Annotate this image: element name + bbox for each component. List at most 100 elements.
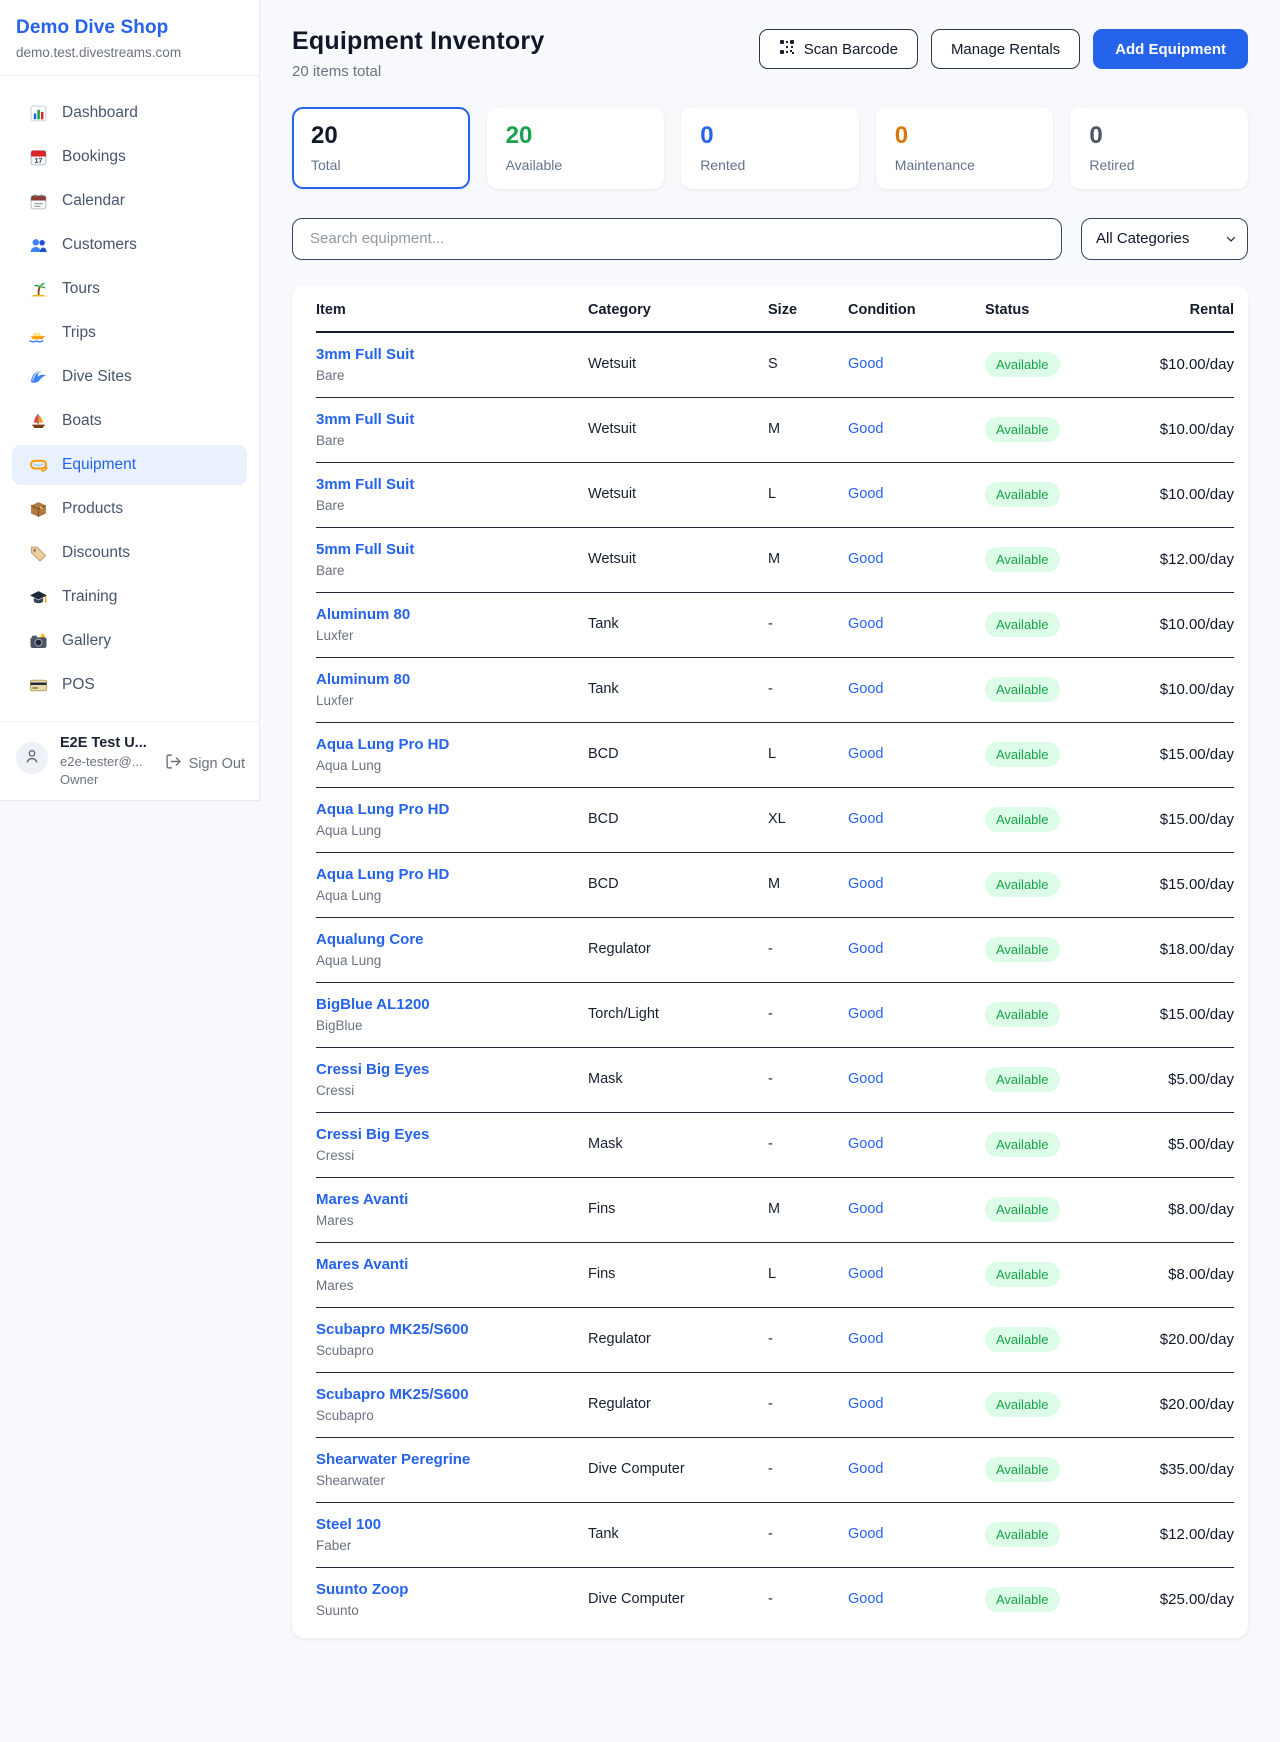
- sidebar: Demo Dive Shop demo.test.divestreams.com…: [0, 0, 260, 801]
- sidebar-item-trips[interactable]: Trips: [12, 313, 247, 353]
- condition-link[interactable]: Good: [848, 356, 883, 372]
- status-badge: Available: [985, 1002, 1060, 1027]
- person-icon: [24, 748, 40, 769]
- stat-label: Retired: [1089, 157, 1229, 173]
- stat-card-available[interactable]: 20 Available: [487, 107, 665, 189]
- condition-link[interactable]: Good: [848, 1136, 883, 1152]
- add-equipment-button[interactable]: Add Equipment: [1093, 29, 1248, 69]
- stat-label: Maintenance: [895, 157, 1035, 173]
- item-link[interactable]: Mares Avanti: [316, 1191, 408, 1208]
- item-link[interactable]: Scubapro MK25/S600: [316, 1321, 469, 1338]
- item-brand: Mares: [316, 1213, 588, 1228]
- user-meta: E2E Test U... e2e-tester@... Owner: [60, 735, 147, 787]
- rental-cell: $25.00/day: [1116, 1591, 1234, 1608]
- status-cell: Available: [985, 872, 1116, 897]
- condition-link[interactable]: Good: [848, 1266, 883, 1282]
- sidebar-item-dive-sites[interactable]: Dive Sites: [12, 357, 247, 397]
- size-cell: -: [768, 1071, 848, 1087]
- item-link[interactable]: Aluminum 80: [316, 606, 410, 623]
- status-cell: Available: [985, 1132, 1116, 1157]
- stat-card-retired[interactable]: 0 Retired: [1070, 107, 1248, 189]
- sidebar-item-training[interactable]: Training: [12, 577, 247, 617]
- status-badge: Available: [985, 1262, 1060, 1287]
- category-cell: Torch/Light: [588, 1006, 768, 1022]
- stat-card-rented[interactable]: 0 Rented: [681, 107, 859, 189]
- item-brand: Bare: [316, 498, 588, 513]
- sidebar-item-discounts[interactable]: Discounts: [12, 533, 247, 573]
- condition-link[interactable]: Good: [848, 746, 883, 762]
- condition-cell: Good: [848, 1591, 985, 1607]
- sidebar-item-boats[interactable]: Boats: [12, 401, 247, 441]
- manage-rentals-button[interactable]: Manage Rentals: [931, 29, 1080, 69]
- stat-value: 0: [700, 122, 840, 150]
- condition-link[interactable]: Good: [848, 1071, 883, 1087]
- stat-label: Total: [311, 157, 451, 173]
- sidebar-item-products[interactable]: Products: [12, 489, 247, 529]
- sidebar-item-bookings[interactable]: 17Bookings: [12, 137, 247, 177]
- sidebar-item-equipment[interactable]: Equipment: [12, 445, 247, 485]
- sidebar-item-dashboard[interactable]: Dashboard: [12, 93, 247, 133]
- scan-barcode-button[interactable]: Scan Barcode: [759, 29, 918, 69]
- sign-out-button[interactable]: Sign Out: [165, 753, 245, 774]
- item-link[interactable]: Aqua Lung Pro HD: [316, 736, 449, 753]
- status-badge: Available: [985, 1197, 1060, 1222]
- status-cell: Available: [985, 807, 1116, 832]
- rental-cell: $10.00/day: [1116, 356, 1234, 373]
- item-link[interactable]: 3mm Full Suit: [316, 346, 414, 363]
- item-link[interactable]: Aqua Lung Pro HD: [316, 801, 449, 818]
- condition-link[interactable]: Good: [848, 616, 883, 632]
- item-link[interactable]: Shearwater Peregrine: [316, 1451, 470, 1468]
- stat-card-maintenance[interactable]: 0 Maintenance: [876, 107, 1054, 189]
- condition-link[interactable]: Good: [848, 486, 883, 502]
- item-link[interactable]: Scubapro MK25/S600: [316, 1386, 469, 1403]
- condition-link[interactable]: Good: [848, 681, 883, 697]
- condition-link[interactable]: Good: [848, 551, 883, 567]
- svg-text:17: 17: [35, 157, 43, 165]
- condition-cell: Good: [848, 1006, 985, 1022]
- status-cell: Available: [985, 1522, 1116, 1547]
- item-link[interactable]: Cressi Big Eyes: [316, 1126, 429, 1143]
- sidebar-item-pos[interactable]: POS: [12, 665, 247, 705]
- item-link[interactable]: BigBlue AL1200: [316, 996, 430, 1013]
- rental-cell: $12.00/day: [1116, 551, 1234, 568]
- sidebar-item-tours[interactable]: Tours: [12, 269, 247, 309]
- category-cell: Fins: [588, 1201, 768, 1217]
- category-cell: Regulator: [588, 1331, 768, 1347]
- column-header-category: Category: [588, 302, 768, 318]
- condition-link[interactable]: Good: [848, 941, 883, 957]
- item-link[interactable]: Aqua Lung Pro HD: [316, 866, 449, 883]
- item-link[interactable]: 3mm Full Suit: [316, 476, 414, 493]
- sidebar-item-gallery[interactable]: Gallery: [12, 621, 247, 661]
- item-link[interactable]: Suunto Zoop: [316, 1581, 408, 1598]
- item-link[interactable]: Aqualung Core: [316, 931, 424, 948]
- table-row: 3mm Full Suit Bare Wetsuit L Good Availa…: [316, 463, 1234, 528]
- item-cell: Suunto Zoop Suunto: [316, 1581, 588, 1618]
- category-select[interactable]: All Categories: [1081, 218, 1248, 260]
- item-link[interactable]: 5mm Full Suit: [316, 541, 414, 558]
- table-row: Aqualung Core Aqua Lung Regulator - Good…: [316, 918, 1234, 983]
- condition-link[interactable]: Good: [848, 1526, 883, 1542]
- item-link[interactable]: Steel 100: [316, 1516, 381, 1533]
- item-link[interactable]: 3mm Full Suit: [316, 411, 414, 428]
- table-row: 5mm Full Suit Bare Wetsuit M Good Availa…: [316, 528, 1234, 593]
- condition-link[interactable]: Good: [848, 421, 883, 437]
- user-role: Owner: [60, 772, 147, 787]
- graduation-cap-icon: [29, 588, 48, 607]
- sidebar-item-customers[interactable]: Customers: [12, 225, 247, 265]
- stat-card-total[interactable]: 20 Total: [292, 107, 470, 189]
- condition-link[interactable]: Good: [848, 1591, 883, 1607]
- sidebar-item-calendar[interactable]: Calendar: [12, 181, 247, 221]
- item-link[interactable]: Mares Avanti: [316, 1256, 408, 1273]
- item-link[interactable]: Cressi Big Eyes: [316, 1061, 429, 1078]
- condition-link[interactable]: Good: [848, 1331, 883, 1347]
- condition-link[interactable]: Good: [848, 1461, 883, 1477]
- condition-link[interactable]: Good: [848, 1201, 883, 1217]
- condition-link[interactable]: Good: [848, 876, 883, 892]
- condition-link[interactable]: Good: [848, 1006, 883, 1022]
- condition-link[interactable]: Good: [848, 811, 883, 827]
- table-row: Scubapro MK25/S600 Scubapro Regulator - …: [316, 1308, 1234, 1373]
- search-input[interactable]: [292, 218, 1062, 260]
- item-link[interactable]: Aluminum 80: [316, 671, 410, 688]
- status-badge: Available: [985, 417, 1060, 442]
- condition-link[interactable]: Good: [848, 1396, 883, 1412]
